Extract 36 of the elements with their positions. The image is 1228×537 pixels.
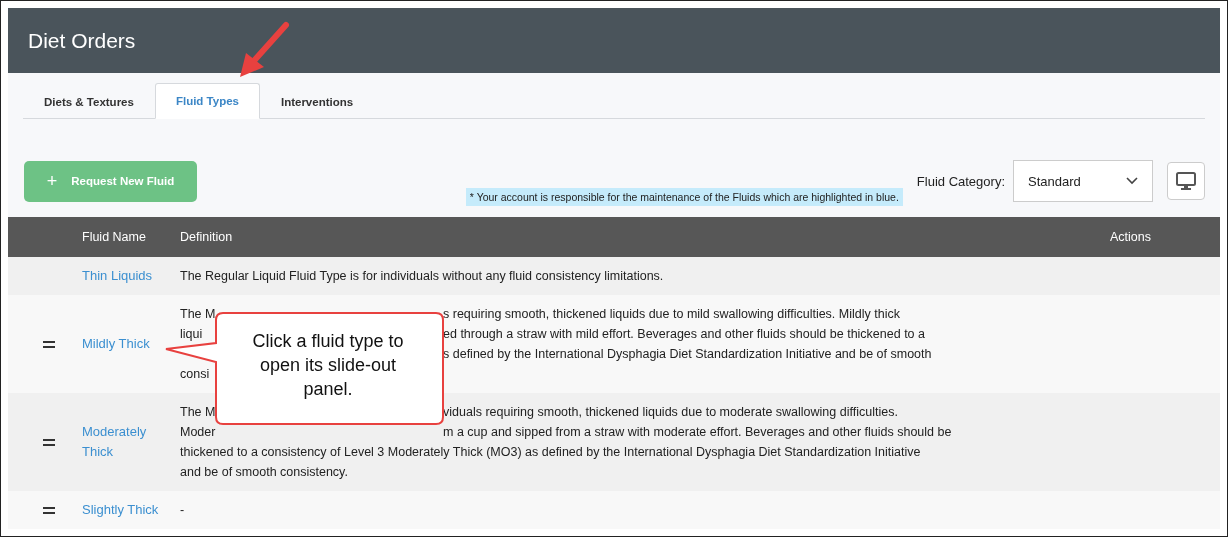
monitor-button[interactable] — [1167, 162, 1205, 200]
fluid-category-label: Fluid Category: — [916, 173, 1005, 189]
definition-text: m a cup and sipped from a straw with moderate effort. Beverages and other fluids should be — [443, 424, 952, 441]
definition-text: The M — [180, 307, 216, 321]
drag-handle-icon[interactable] — [43, 438, 55, 446]
definition-text: The M — [180, 405, 216, 419]
fluid-name-link[interactable]: Moderately Thick — [82, 422, 180, 462]
drag-handle-icon[interactable] — [43, 340, 55, 348]
column-header: Definition — [180, 230, 234, 244]
definition-text: ed through a straw with mild effort. Beverages and other fluids should be thickened to a — [443, 326, 925, 343]
notice-text: * Your account is responsible for the maintenance of the Fluids which are highlighted in blue. — [465, 188, 903, 206]
definition-text: viduals requiring smooth, thickened liquids due to moderate swallowing difficulties. — [443, 404, 898, 421]
monitor-icon — [1176, 172, 1196, 190]
request-new-fluid-button[interactable]: + Request New Fluid — [24, 160, 197, 202]
definition-text: s requiring smooth, thickened liquids due to mild swallowing difficulties. Mildly thick — [443, 306, 900, 323]
definition-text: s defined by the International Dysphagia Diet Standardization Initiative and be of smooth — [443, 346, 932, 363]
definition-text: consi — [180, 367, 210, 381]
definition-text: The Regular Liquid Fluid Type is for individuals without any fluid consistency limitations. — [180, 268, 664, 285]
fluid-name-link[interactable]: Slightly Thick — [82, 500, 180, 520]
fluid-name-link[interactable]: Thin Liquids — [82, 266, 180, 286]
tab[interactable]: Fluid Types — [154, 83, 260, 119]
definition-text: liqui — [180, 327, 203, 341]
tab[interactable]: Diets & Textures — [23, 83, 155, 119]
chevron-icon — [1126, 177, 1138, 185]
callout-text: Click a fluid type to open its slide-out panel. — [251, 330, 405, 401]
definition-text: thickened to a consistency of Level 3 Moderately Thick (MO3) as defined by the International Dysphagia Diet Standardization Initiative — [180, 444, 921, 461]
column-header: Actions — [1110, 230, 1152, 244]
definition-text: and be of smooth consistency. — [180, 464, 348, 481]
fluid-category-select[interactable]: Standard — [1013, 160, 1153, 202]
definition-text: Moder — [180, 425, 216, 439]
drag-handle-icon[interactable] — [43, 506, 55, 514]
page-title: Diet Orders — [28, 28, 136, 53]
definition-text: - — [180, 502, 185, 519]
column-header: Fluid Name — [82, 230, 147, 244]
tab[interactable]: Interventions — [259, 83, 375, 119]
fluid-name-link[interactable]: Mildly Thick — [82, 334, 180, 354]
